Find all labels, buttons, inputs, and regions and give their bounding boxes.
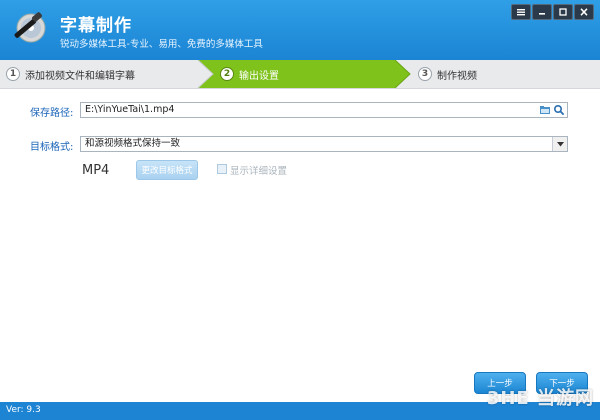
step-output-settings: 2 输出设置 [220, 60, 279, 88]
close-icon [580, 8, 588, 16]
minimize-button[interactable] [532, 4, 552, 20]
search-icon[interactable] [553, 104, 565, 116]
menu-button[interactable] [511, 4, 531, 20]
watermark: 3HE 当游网 [486, 388, 594, 409]
step-make-video: 3 制作视频 [418, 60, 477, 88]
target-format-label: 目标格式: [30, 142, 74, 153]
step-progress-bar: 1 添加视频文件和编辑字幕 2 输出设置 3 制作视频 [0, 60, 600, 89]
save-path-value: E:\YinYueTai\1.mp4 [85, 104, 175, 115]
maximize-button[interactable] [553, 4, 573, 20]
save-path-label: 保存路径: [30, 108, 74, 119]
target-format-select[interactable]: 和源视频格式保持一致 [80, 136, 568, 152]
title-bar: 字幕制作 锐动多媒体工具-专业、易用、免费的多媒体工具 [0, 0, 600, 60]
format-name: MP4 [82, 163, 110, 178]
close-button[interactable] [574, 4, 594, 20]
step-number: 2 [220, 67, 234, 81]
path-icon-group [539, 104, 565, 116]
minimize-icon [539, 13, 545, 15]
show-details-label: 显示详细设置 [230, 166, 288, 177]
step-number: 1 [6, 67, 20, 81]
dropdown-arrow[interactable] [552, 137, 567, 151]
chevron-down-icon [556, 141, 564, 146]
menu-icon [517, 9, 525, 16]
version-text: Ver: 9.3 [6, 405, 41, 415]
window-controls [510, 4, 594, 20]
step-label: 输出设置 [239, 70, 279, 82]
step-label: 添加视频文件和编辑字幕 [25, 70, 135, 82]
app-logo-icon [14, 12, 46, 43]
step-label: 制作视频 [437, 70, 477, 82]
save-path-input[interactable]: E:\YinYueTai\1.mp4 [80, 102, 568, 118]
app-title: 字幕制作 [60, 16, 132, 36]
app-subtitle: 锐动多媒体工具-专业、易用、免费的多媒体工具 [60, 39, 263, 50]
change-format-button[interactable]: 更改目标格式 [136, 160, 198, 180]
folder-icon[interactable] [539, 104, 551, 116]
step-number: 3 [418, 67, 432, 81]
target-format-value: 和源视频格式保持一致 [85, 138, 181, 149]
maximize-icon [559, 8, 567, 16]
show-details-checkbox[interactable] [217, 164, 227, 174]
step-add-video: 1 添加视频文件和编辑字幕 [6, 60, 135, 88]
